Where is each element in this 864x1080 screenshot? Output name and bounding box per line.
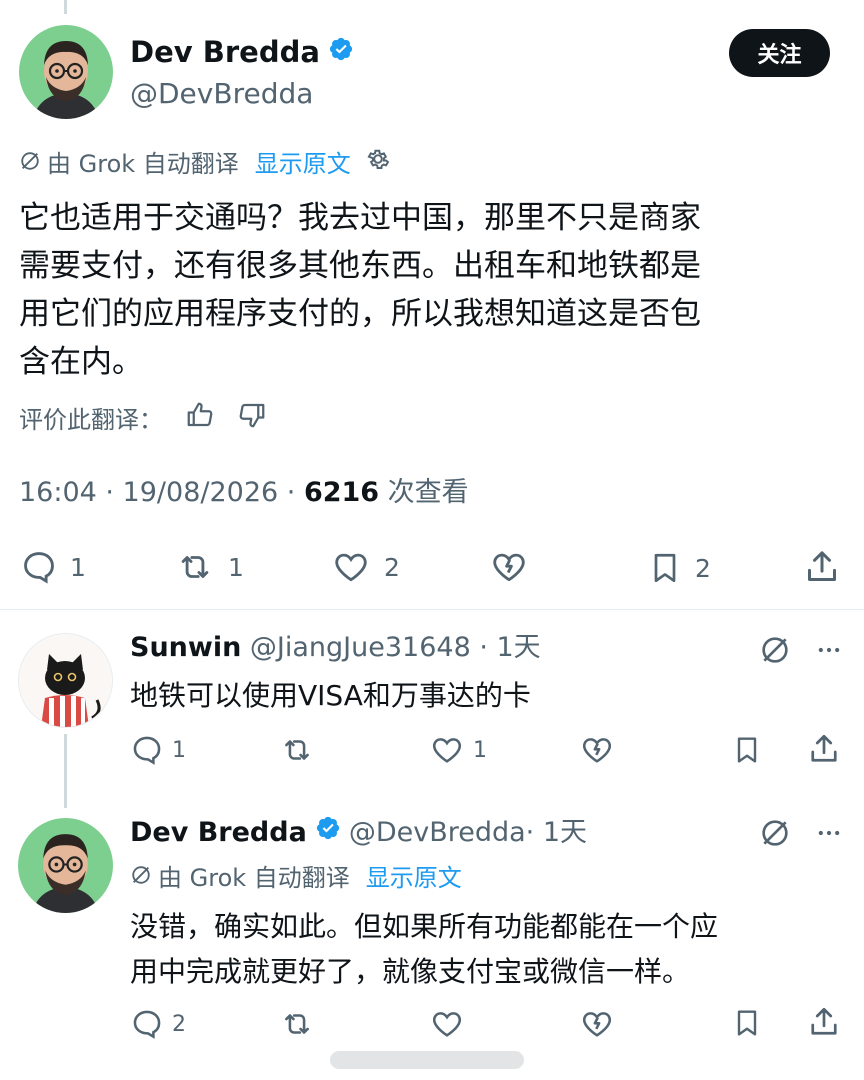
reply1-handle[interactable]: @JiangJue31648 (250, 632, 471, 663)
tweet-text: 它也适用于交通吗？我去过中国，那里不只是商家 需要支付，还有很多其他东西。出租车… (19, 194, 701, 386)
reply-icon (133, 736, 161, 765)
share-button[interactable] (802, 547, 842, 587)
bookmark-icon (737, 1010, 757, 1036)
reply2-show-original-link[interactable]: 显示原文 (366, 861, 462, 895)
verified-badge-icon (328, 34, 354, 70)
reply1-bookmark-button[interactable] (731, 732, 763, 768)
reply2-translate-icon[interactable] (759, 817, 791, 853)
reply1-dislike-button[interactable] (579, 733, 615, 767)
reply2-handle[interactable]: @DevBredda (349, 815, 526, 851)
avatar[interactable] (19, 25, 113, 119)
reply1-share-button[interactable] (806, 731, 842, 767)
reply2-reply-button[interactable]: 2 (130, 1007, 186, 1041)
reply2-display-name[interactable]: Dev Bredda (130, 815, 307, 851)
reply2-text-line: 用中完成就更好了，就像支付宝或微信一样。 (130, 955, 691, 988)
bookmark-button[interactable]: 2 (647, 548, 711, 588)
reply1-like-button[interactable]: 1 (429, 733, 487, 767)
view-count-label: 次查看 (379, 477, 469, 508)
reply1-age[interactable]: · 1天 (471, 632, 540, 663)
reply2-reply-count: 2 (172, 1011, 186, 1037)
thread-line-top (64, 0, 67, 14)
tweet-text-line: 需要支付，还有很多其他东西。出租车和地铁都是 (19, 248, 701, 284)
bookmark-count: 2 (695, 553, 711, 583)
retweet-icon (285, 740, 309, 760)
verified-badge-icon (315, 815, 341, 851)
grok-translate-icon (19, 147, 41, 181)
reply2-translated-by-label: 由 Grok 自动翻译 (158, 864, 350, 892)
heart-icon (335, 553, 367, 582)
reply-avatar[interactable] (18, 633, 113, 728)
reply2-age[interactable]: · 1天 (526, 815, 587, 851)
show-original-link[interactable]: 显示原文 (255, 147, 351, 181)
reply1-more-icon[interactable] (813, 636, 845, 668)
bookmark-icon (654, 553, 676, 583)
reply2-like-button[interactable] (429, 1007, 465, 1041)
reply1-reply-button[interactable]: 1 (130, 733, 186, 767)
share-icon (811, 1007, 837, 1035)
dislike-button[interactable] (488, 548, 530, 586)
rate-translation-label: 评价此翻译： (19, 405, 163, 434)
heart-icon (432, 1012, 462, 1037)
bookmark-icon (737, 737, 757, 763)
follow-button[interactable]: 关注 (729, 29, 830, 77)
reply2-more-icon[interactable] (813, 819, 845, 851)
reply1-like-count: 1 (473, 737, 487, 763)
heart-icon (432, 738, 462, 763)
retweet-icon (181, 556, 209, 578)
reply2-header: Dev Bredda @DevBredda · 1天 (130, 815, 587, 851)
reply2-text: 没错，确实如此。但如果所有功能都能在一个应 用中完成就更好了，就像支付宝或微信一… (130, 904, 718, 994)
reply2-text-line: 没错，确实如此。但如果所有功能都能在一个应 (130, 910, 719, 943)
tweet-text-line: 含在内。 (19, 344, 143, 380)
reply2-avatar[interactable] (18, 818, 113, 913)
reply1-header: Sunwin @JiangJue31648 · 1天 (130, 630, 541, 666)
reply2-share-button[interactable] (806, 1004, 842, 1040)
reply-icon (24, 552, 54, 584)
reply1-display-name[interactable]: Sunwin (130, 632, 241, 663)
share-icon (808, 551, 836, 581)
display-name[interactable]: Dev Bredda (130, 34, 354, 70)
broken-heart-icon (582, 1012, 612, 1037)
like-button[interactable]: 2 (330, 548, 400, 586)
translated-by-label: 由 Grok 自动翻译 (47, 149, 239, 178)
reply1-translate-icon[interactable] (759, 634, 791, 670)
home-indicator (330, 1051, 524, 1069)
handle[interactable]: @DevBredda (130, 76, 313, 112)
share-icon (811, 734, 837, 762)
reply-count: 1 (70, 552, 86, 582)
view-count: 6216 (303, 477, 380, 508)
thumbs-down-icon[interactable] (237, 400, 267, 439)
broken-heart-icon (582, 738, 612, 763)
display-name-text[interactable]: Dev Bredda (130, 34, 320, 70)
reply2-translation-info: 由 Grok 自动翻译 显示原文 (130, 861, 462, 895)
reply-icon (133, 1010, 161, 1039)
thumbs-up-icon[interactable] (185, 400, 215, 439)
reply-button[interactable]: 1 (20, 548, 86, 586)
reply2-retweet-button[interactable] (279, 1007, 315, 1041)
reply1-retweet-button[interactable] (279, 733, 315, 767)
reply2-dislike-button[interactable] (579, 1007, 615, 1041)
broken-heart-icon (493, 553, 525, 582)
reply1-reply-count: 1 (172, 737, 186, 763)
settings-gear-icon[interactable] (365, 146, 391, 181)
tweet-text-line: 用它们的应用程序支付的，所以我想知道这是否包 (19, 296, 701, 332)
reply2-bookmark-button[interactable] (731, 1005, 763, 1041)
reply1-text: 地铁可以使用VISA和万事达的卡 (130, 679, 531, 712)
divider (0, 609, 864, 610)
tweet-timestamp[interactable]: 16:04 · 19/08/2026 · (19, 477, 304, 508)
retweet-button[interactable]: 1 (174, 548, 244, 586)
retweet-icon (285, 1014, 309, 1034)
translation-info: 由 Grok 自动翻译 显示原文 (19, 146, 391, 181)
like-count: 2 (384, 552, 400, 582)
tweet-text-line: 它也适用于交通吗？我去过中国，那里不只是商家 (19, 200, 701, 236)
grok-translate-icon (130, 861, 152, 895)
thread-line (64, 734, 67, 808)
retweet-count: 1 (228, 552, 244, 582)
rate-translation: 评价此翻译： (19, 400, 267, 439)
tweet-meta: 16:04 · 19/08/2026 · 6216 次查看 (19, 475, 469, 511)
